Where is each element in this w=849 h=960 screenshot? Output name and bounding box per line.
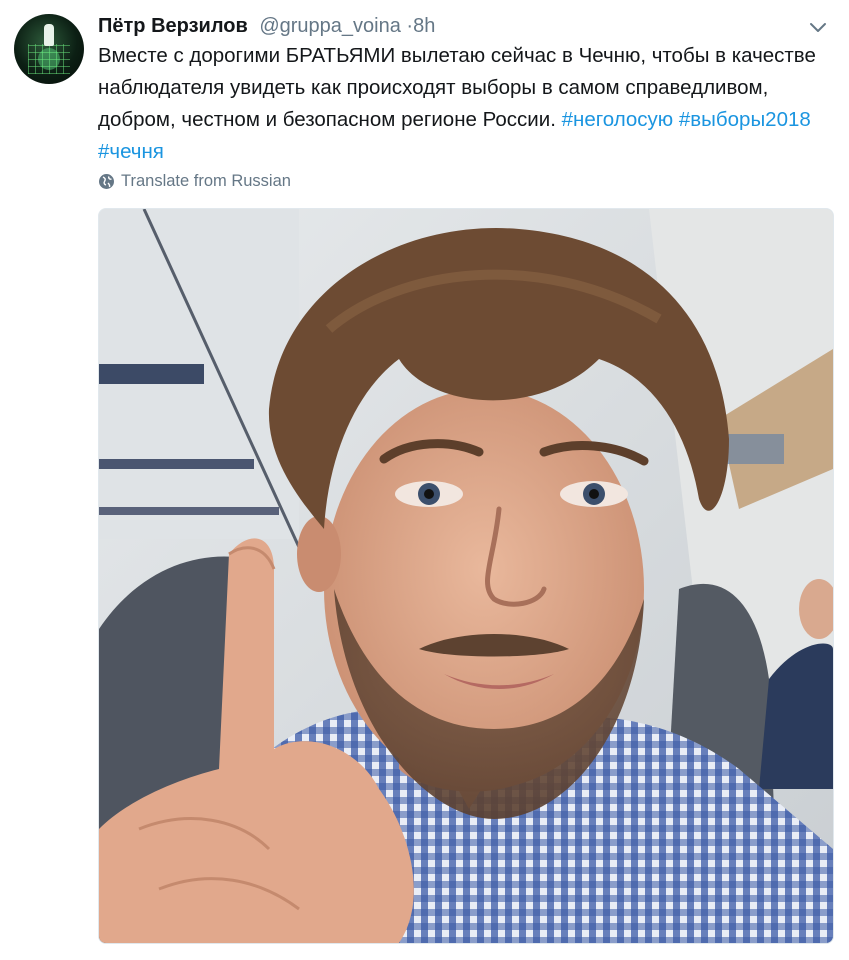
chevron-down-icon[interactable] <box>807 16 829 38</box>
tweet: Пётр Верзилов @gruppa_voina ·8h Вместе с… <box>0 0 849 960</box>
tweet-text: Вместе с дорогими БРАТЬЯМИ вылетаю сейча… <box>98 40 828 168</box>
author-handle[interactable]: @gruppa_voina <box>259 15 401 37</box>
avatar-grid <box>28 44 70 74</box>
hashtag-link[interactable]: #выборы2018 <box>679 108 811 131</box>
author-name[interactable]: Пётр Верзилов <box>98 15 248 37</box>
avatar[interactable] <box>14 14 84 84</box>
selfie-photo <box>99 209 833 943</box>
translate-link[interactable]: Translate from Russian <box>98 170 291 192</box>
hashtag-link[interactable]: #неголосую <box>562 108 674 131</box>
translate-label: Translate from Russian <box>121 172 291 190</box>
tweet-photo[interactable] <box>98 208 834 944</box>
avatar-figure <box>44 24 54 46</box>
hashtag-link[interactable]: #чечня <box>98 140 164 163</box>
globe-icon <box>99 173 114 189</box>
tweet-header: Пётр Верзилов @gruppa_voina ·8h <box>98 12 435 40</box>
tweet-time[interactable]: 8h <box>413 15 435 37</box>
